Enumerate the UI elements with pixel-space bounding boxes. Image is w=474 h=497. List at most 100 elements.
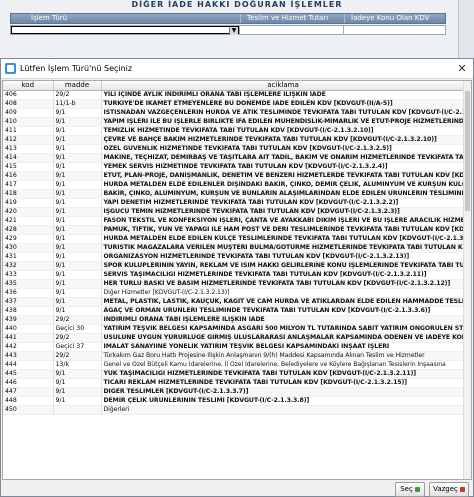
- cell-madde[interactable]: 29/2: [53, 351, 102, 361]
- cell-kod[interactable]: 421: [3, 216, 54, 226]
- table-row[interactable]: 439 29/2 İNDİRİMLİ ORANA TABİ İŞLEMLERE İL…: [3, 315, 466, 325]
- cell-kod[interactable]: 439: [3, 315, 54, 325]
- cell-madde[interactable]: 9/1: [53, 288, 102, 298]
- table-row[interactable]: 418 9/1 BAKIR, ÇİNKO, ALÜMİNYUM, KURŞUN VE…: [3, 189, 466, 199]
- table-row[interactable]: 415 9/1 YEMEK SERVİS HİZMETİNDE TEVKİFATA …: [3, 162, 466, 172]
- table-row[interactable]: 450 Diğerleri: [3, 405, 466, 415]
- table-row[interactable]: 435 9/1 HER TÜRLÜ BASKI VE BASIM HİZMETLER…: [3, 279, 466, 289]
- cell-aciklama[interactable]: ORGANİZASYON HİZMETLERİNDE TEVKİFATA TAB…: [101, 252, 466, 262]
- cell-aciklama[interactable]: FASON TEKSTİL VE KONFEKSİYON İŞLERİ, ÇAN…: [101, 216, 466, 226]
- cell-madde[interactable]: 9/1: [53, 279, 102, 289]
- cell-madde[interactable]: 9/1: [53, 297, 102, 307]
- cell-aciklama[interactable]: TÜRKİYE'DE İKAMET ETMEYENLERE BU DÖNEMDE…: [101, 99, 466, 109]
- cell-kod[interactable]: 406: [3, 90, 54, 100]
- cell-kod[interactable]: 412: [3, 135, 54, 145]
- cell-aciklama[interactable]: ÇEVRE VE BAHÇE BAKIM HİZMETLERİNDE TEVKİ…: [101, 135, 466, 145]
- cell-kod[interactable]: 408: [3, 99, 54, 109]
- scrollbar-thumb[interactable]: [465, 91, 470, 211]
- cell-madde[interactable]: 13/k: [53, 360, 102, 370]
- cell-madde[interactable]: 9/1: [53, 171, 102, 181]
- cell-kod[interactable]: 415: [3, 162, 54, 172]
- cell-madde[interactable]: 9/1: [53, 207, 102, 217]
- teslim-tutari-cell[interactable]: [239, 26, 343, 34]
- cell-madde[interactable]: Geçici 30: [53, 324, 102, 334]
- cell-kod[interactable]: 450: [3, 405, 54, 415]
- table-row[interactable]: 411 9/1 TEMİZLİK HİZMETİNDE TEVKİFATA TABİ…: [3, 126, 466, 136]
- table-row[interactable]: 406 29/2 YILI İÇİNDE AYLIK İNDİRİMLİ ORANA…: [3, 90, 466, 100]
- table-row[interactable]: 428 9/1 PAMUK, TİFTİK, YÜN VE YAPAĞI İLE H…: [3, 225, 466, 235]
- cell-kod[interactable]: 414: [3, 153, 54, 163]
- cell-aciklama[interactable]: Türkakım Gaz Boru Hattı Projesine İlişki…: [101, 351, 466, 361]
- cell-madde[interactable]: 9/1: [53, 252, 102, 262]
- cell-madde[interactable]: 9/1: [53, 126, 102, 136]
- table-row[interactable]: 437 9/1 METAL, PLASTİK, LASTİK, KAUÇUK, KÂ…: [3, 297, 466, 307]
- cell-aciklama[interactable]: YEMEK SERVİS HİZMETİNDE TEVKİFATA TABİ T…: [101, 162, 466, 172]
- cell-aciklama[interactable]: İMALAT SANAYİİNE YÖNELİK YATIRIM TEŞVİK …: [101, 342, 466, 352]
- table-row[interactable]: 408 11/1-b TÜRKİYE'DE İKAMET ETMEYENLERE B…: [3, 99, 466, 109]
- cell-aciklama[interactable]: YATIRIM TEŞVİK BELGESİ KAPSAMINDA ASGARİ…: [101, 324, 466, 334]
- cell-kod[interactable]: 420: [3, 207, 54, 217]
- cell-aciklama[interactable]: BAKIR, ÇİNKO, ALÜMİNYUM, KURŞUN VE BUNLA…: [101, 189, 466, 199]
- cell-aciklama[interactable]: TURİSTİK MAĞAZALARA VERİLEN MÜŞTERİ BULM…: [101, 243, 466, 253]
- cell-madde[interactable]: 9/1: [53, 369, 102, 379]
- table-row[interactable]: 438 9/1 AĞAÇ VE ORMAN ÜRÜNLERİ TESLİMİNDE …: [3, 306, 466, 316]
- cell-madde[interactable]: 9/1: [53, 270, 102, 280]
- cell-kod[interactable]: 417: [3, 180, 54, 190]
- table-row[interactable]: 420 9/1 İŞGÜCÜ TEMİN HİZMETLERİNDE TEVKİFA…: [3, 207, 466, 217]
- cell-madde[interactable]: 9/1: [53, 234, 102, 244]
- cell-kod[interactable]: 432: [3, 261, 54, 271]
- cell-aciklama[interactable]: ÖZEL GÜVENLİK HİZMETİNDE TEVKİFATA TABİ …: [101, 144, 466, 154]
- cell-aciklama[interactable]: İŞGÜCÜ TEMİN HİZMETLERİNDE TEVKİFATA TAB…: [101, 207, 466, 217]
- table-row[interactable]: 444 13/k Genel ve Özel Bütçeli Kamu İdarel…: [3, 360, 466, 370]
- cell-aciklama[interactable]: İNDİRİMLİ ORANA TABİ İŞLEMLERE İLİŞKİN İ…: [101, 315, 466, 325]
- cell-aciklama[interactable]: Diğerleri: [101, 405, 466, 415]
- cell-aciklama[interactable]: USULÜNE UYGUN YÜRÜRLÜĞE GİRMİŞ ULUSLARAR…: [101, 333, 466, 343]
- table-row[interactable]: 446 9/1 TİCARİ REKLAM HİZMETLERİNDE TEVKİF…: [3, 378, 466, 388]
- cell-aciklama[interactable]: SERVİS TAŞIMACILIĞI HİZMETLERİNDE TEVKİF…: [101, 270, 466, 280]
- table-row[interactable]: 430 9/1 TURİSTİK MAĞAZALARA VERİLEN MÜŞTER…: [3, 243, 466, 253]
- cell-aciklama[interactable]: DEMİR ÇELİK ÜRÜNLERİNİN TESLİMİ [KDVGUT-…: [101, 396, 466, 406]
- column-header-kod[interactable]: kod: [3, 81, 54, 91]
- cell-aciklama[interactable]: Genel ve Özel Bütçeli Kamu İdarelerine, …: [101, 360, 466, 370]
- cell-madde[interactable]: 9/1: [53, 378, 102, 388]
- cell-kod[interactable]: 416: [3, 171, 54, 181]
- table-row[interactable]: 421 9/1 FASON TEKSTİL VE KONFEKSİYON İŞLER…: [3, 216, 466, 226]
- table-row[interactable]: 440 Geçici 30 YATIRIM TEŞVİK BELGESİ KAPSA…: [3, 324, 466, 334]
- table-row[interactable]: 413 9/1 ÖZEL GÜVENLİK HİZMETİNDE TEVKİFATA…: [3, 144, 466, 154]
- cell-madde[interactable]: 9/1: [53, 387, 102, 397]
- cell-madde[interactable]: 9/1: [53, 135, 102, 145]
- cell-madde[interactable]: [53, 405, 102, 415]
- cell-aciklama[interactable]: PAMUK, TİFTİK, YÜN VE YAPAĞI İLE HAM POS…: [101, 225, 466, 235]
- cell-madde[interactable]: 29/2: [53, 315, 102, 325]
- cell-kod[interactable]: 445: [3, 369, 54, 379]
- table-row[interactable]: 431 9/1 ORGANİZASYON HİZMETLERİNDE TEVKİFA…: [3, 252, 466, 262]
- background-scrollbar[interactable]: [458, 0, 474, 62]
- cell-kod[interactable]: 435: [3, 279, 54, 289]
- cell-madde[interactable]: 9/1: [53, 396, 102, 406]
- cell-madde[interactable]: 9/1: [53, 162, 102, 172]
- iade-kdv-cell[interactable]: [343, 26, 445, 34]
- cell-aciklama[interactable]: YAPI DENETİM HİZMETLERİNDE TEVKİFATA TAB…: [101, 198, 466, 208]
- table-row[interactable]: 448 9/1 DEMİR ÇELİK ÜRÜNLERİNİN TESLİMİ [K…: [3, 396, 466, 406]
- cell-kod[interactable]: 411: [3, 126, 54, 136]
- table-row[interactable]: 416 9/1 ETÜT, PLAN-PROJE, DANIŞMANLIK, DEN…: [3, 171, 466, 181]
- cell-madde[interactable]: Geçici 37: [53, 342, 102, 352]
- table-row[interactable]: 409 9/1 İSTİSNADAN VAZGEÇENLERİN HURDA VE …: [3, 108, 466, 118]
- cell-aciklama[interactable]: DİĞER TESLİMLER [KDVGUT-(I/C-2.1.3.3.7)]: [101, 387, 466, 397]
- cell-kod[interactable]: 437: [3, 297, 54, 307]
- cell-kod[interactable]: 418: [3, 189, 54, 199]
- cell-madde[interactable]: 29/2: [53, 333, 102, 343]
- cell-kod[interactable]: 442: [3, 342, 54, 352]
- cell-madde[interactable]: 9/1: [53, 117, 102, 127]
- table-row[interactable]: 433 9/1 SERVİS TAŞIMACILIĞI HİZMETLERİNDE …: [3, 270, 466, 280]
- cell-aciklama[interactable]: YAPIM İŞLERİ İLE BU İŞLERLE BİRLİKTE İFA…: [101, 117, 466, 127]
- cell-aciklama[interactable]: HER TÜRLÜ BASKI VE BASIM HİZMETLERİNDE T…: [101, 279, 466, 289]
- close-icon[interactable]: ✕: [451, 59, 473, 79]
- table-row[interactable]: 414 9/1 MAKİNE, TEÇHİZAT, DEMİRBAŞ VE TAŞI…: [3, 153, 466, 163]
- cell-madde[interactable]: 9/1: [53, 108, 102, 118]
- cell-madde[interactable]: 9/1: [53, 144, 102, 154]
- table-vertical-scrollbar[interactable]: [463, 81, 471, 479]
- cell-madde[interactable]: 9/1: [53, 243, 102, 253]
- cell-kod[interactable]: 443: [3, 351, 54, 361]
- cell-kod[interactable]: 429: [3, 234, 54, 244]
